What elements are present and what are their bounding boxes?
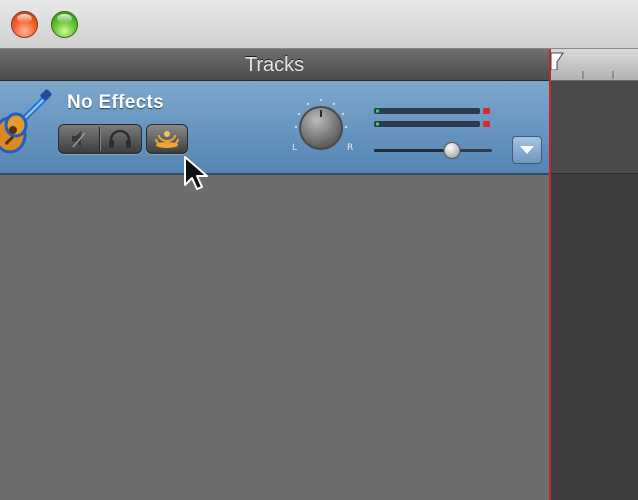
track-button-group — [58, 124, 142, 154]
playhead-handle[interactable] — [550, 52, 564, 71]
zoom-button-shine — [57, 14, 72, 23]
level-meters — [374, 106, 494, 132]
triangle-down-icon — [520, 146, 534, 154]
zoom-button[interactable] — [51, 11, 78, 38]
window-titlebar — [0, 0, 638, 49]
volume-slider[interactable] — [374, 141, 494, 161]
track-details-button[interactable] — [512, 136, 542, 164]
close-button[interactable] — [11, 11, 38, 38]
headphones-icon — [109, 129, 131, 148]
track-lane[interactable] — [549, 81, 638, 174]
acoustic-guitar-icon — [0, 87, 56, 159]
close-button-shine — [17, 14, 32, 23]
track-name[interactable]: No Effects — [67, 92, 164, 114]
pan-right-label: R — [347, 143, 354, 153]
pan-knob[interactable] — [290, 97, 352, 155]
playhead-line — [549, 49, 551, 500]
speaker-mute-icon — [72, 131, 86, 148]
pan-left-label: L — [292, 143, 298, 153]
mute-button[interactable] — [59, 125, 99, 153]
monitor-waves-icon — [155, 131, 179, 148]
mouse-cursor-icon — [183, 155, 211, 193]
solo-button[interactable] — [100, 125, 140, 153]
monitor-button[interactable] — [146, 124, 188, 154]
tracks-header: Tracks — [0, 49, 549, 81]
tracks-header-title: Tracks — [244, 54, 305, 76]
